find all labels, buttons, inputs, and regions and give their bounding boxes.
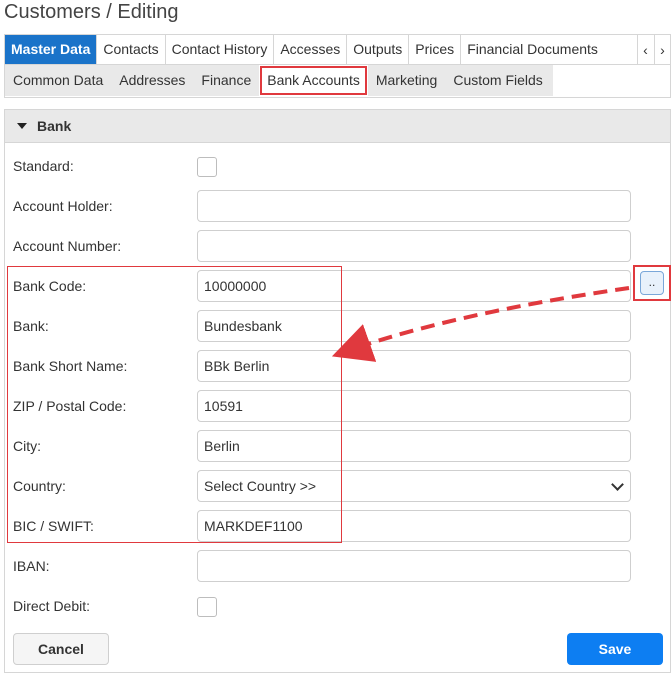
row-country: Country: Select Country >> <box>5 466 672 506</box>
subtab-finance[interactable]: Finance <box>193 65 259 96</box>
subtab-bank-accounts[interactable]: Bank Accounts <box>259 65 368 96</box>
country-select-value: Select Country >> <box>204 478 317 494</box>
iban-label: IBAN: <box>13 558 50 574</box>
country-label: Country: <box>13 478 66 494</box>
zip-label: ZIP / Postal Code: <box>13 398 127 414</box>
bank-section-header[interactable]: Bank <box>5 110 670 143</box>
row-account-holder: Account Holder: <box>5 186 672 226</box>
subtab-custom-fields[interactable]: Custom Fields <box>445 65 550 96</box>
row-bank-code: Bank Code: 10000000 <box>5 266 672 306</box>
subtab-addresses[interactable]: Addresses <box>111 65 193 96</box>
row-bank: Bank: Bundesbank <box>5 306 672 346</box>
bank-panel: Bank Standard: Account Holder: Account N… <box>4 109 671 673</box>
iban-input[interactable] <box>197 550 631 582</box>
bank-short-name-input[interactable]: BBk Berlin <box>197 350 631 382</box>
page-title: Customers / Editing <box>4 1 179 23</box>
standard-label: Standard: <box>13 158 74 174</box>
bank-code-input[interactable]: 10000000 <box>197 270 631 302</box>
subtab-marketing[interactable]: Marketing <box>368 65 445 96</box>
row-account-number: Account Number: <box>5 226 672 266</box>
tab-outputs[interactable]: Outputs <box>347 35 410 64</box>
account-holder-label: Account Holder: <box>13 198 113 214</box>
tab-prices[interactable]: Prices <box>409 35 462 64</box>
annotation-lookup-highlight: .. <box>633 265 671 301</box>
zip-input[interactable]: 10591 <box>197 390 631 422</box>
bic-input[interactable]: MARKDEF1100 <box>197 510 631 542</box>
main-tab-bar: Master Data Contacts Contact History Acc… <box>4 34 671 65</box>
standard-checkbox[interactable] <box>197 157 217 177</box>
account-holder-input[interactable] <box>197 190 631 222</box>
section-title: Bank <box>37 118 72 134</box>
row-standard: Standard: <box>5 146 672 186</box>
row-bank-short-name: Bank Short Name: BBk Berlin <box>5 346 672 386</box>
tab-contacts[interactable]: Contacts <box>97 35 166 64</box>
city-input[interactable]: Berlin <box>197 430 631 462</box>
account-number-input[interactable] <box>197 230 631 262</box>
bic-label: BIC / SWIFT: <box>13 518 94 534</box>
tab-scroll-right-icon[interactable]: › <box>654 35 670 64</box>
sub-tab-bar: Common Data Addresses Finance Bank Accou… <box>4 65 671 98</box>
tab-master-data[interactable]: Master Data <box>5 35 98 64</box>
bank-lookup-button[interactable]: .. <box>640 271 664 295</box>
cancel-button[interactable]: Cancel <box>13 633 109 665</box>
chevron-down-icon <box>611 478 624 491</box>
row-city: City: Berlin <box>5 426 672 466</box>
row-zip: ZIP / Postal Code: 10591 <box>5 386 672 426</box>
row-bic: BIC / SWIFT: MARKDEF1100 <box>5 506 672 546</box>
subtab-common-data[interactable]: Common Data <box>5 65 111 96</box>
direct-debit-label: Direct Debit: <box>13 598 91 614</box>
tab-financial-documents[interactable]: Financial Documents <box>461 35 604 64</box>
row-direct-debit: Direct Debit: <box>5 586 672 626</box>
bank-code-label: Bank Code: <box>13 278 87 294</box>
city-label: City: <box>13 438 41 454</box>
bank-input[interactable]: Bundesbank <box>197 310 631 342</box>
bank-short-name-label: Bank Short Name: <box>13 358 128 374</box>
country-select[interactable]: Select Country >> <box>197 470 631 502</box>
account-number-label: Account Number: <box>13 238 122 254</box>
tab-accesses[interactable]: Accesses <box>274 35 348 64</box>
caret-down-icon <box>17 123 27 129</box>
tab-scroll-left-icon[interactable]: ‹ <box>637 35 653 64</box>
direct-debit-checkbox[interactable] <box>197 597 217 617</box>
tab-contact-history[interactable]: Contact History <box>166 35 275 64</box>
bank-label: Bank: <box>13 318 49 334</box>
save-button[interactable]: Save <box>567 633 663 665</box>
row-iban: IBAN: <box>5 546 672 586</box>
